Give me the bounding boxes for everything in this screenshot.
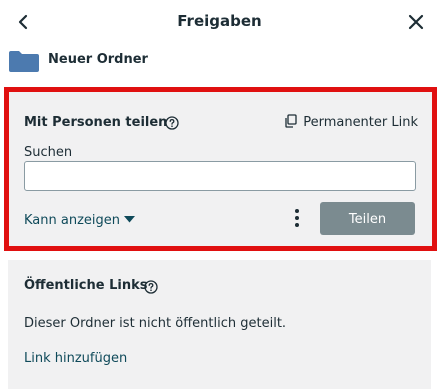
search-label: Suchen [24,145,73,160]
public-links-panel: Öffentliche Links Dieser Ordner ist nich… [8,260,431,389]
public-links-status: Dieser Ordner ist nicht öffentlich getei… [24,316,287,331]
panel-title: Freigaben [177,12,262,30]
folder-row: Neuer Ordner [8,48,428,72]
caret-down-icon [124,212,136,227]
permission-dropdown[interactable]: Kann anzeigen [24,212,136,228]
more-options-icon[interactable] [291,206,303,230]
add-link-button[interactable]: Link hinzufügen [24,351,127,366]
permanent-link-label: Permanenter Link [303,115,418,130]
copy-icon [284,114,297,132]
permanent-link-button[interactable]: Permanenter Link [284,114,418,132]
share-with-people-panel: Mit Personen teilen Permanenter Link Suc… [4,87,437,251]
help-icon[interactable] [144,279,158,294]
folder-name: Neuer Ordner [48,52,148,67]
share-with-people-label: Mit Personen teilen [24,115,168,130]
permission-label: Kann anzeigen [24,213,121,228]
share-button[interactable]: Teilen [320,202,415,235]
close-icon[interactable] [407,12,425,32]
folder-icon [8,50,40,72]
header-bar: Freigaben [0,0,439,44]
help-icon[interactable] [165,115,179,130]
share-with-people-title: Mit Personen teilen [24,115,167,130]
public-links-title: Öffentliche Links [24,278,148,293]
search-input[interactable] [24,161,416,191]
